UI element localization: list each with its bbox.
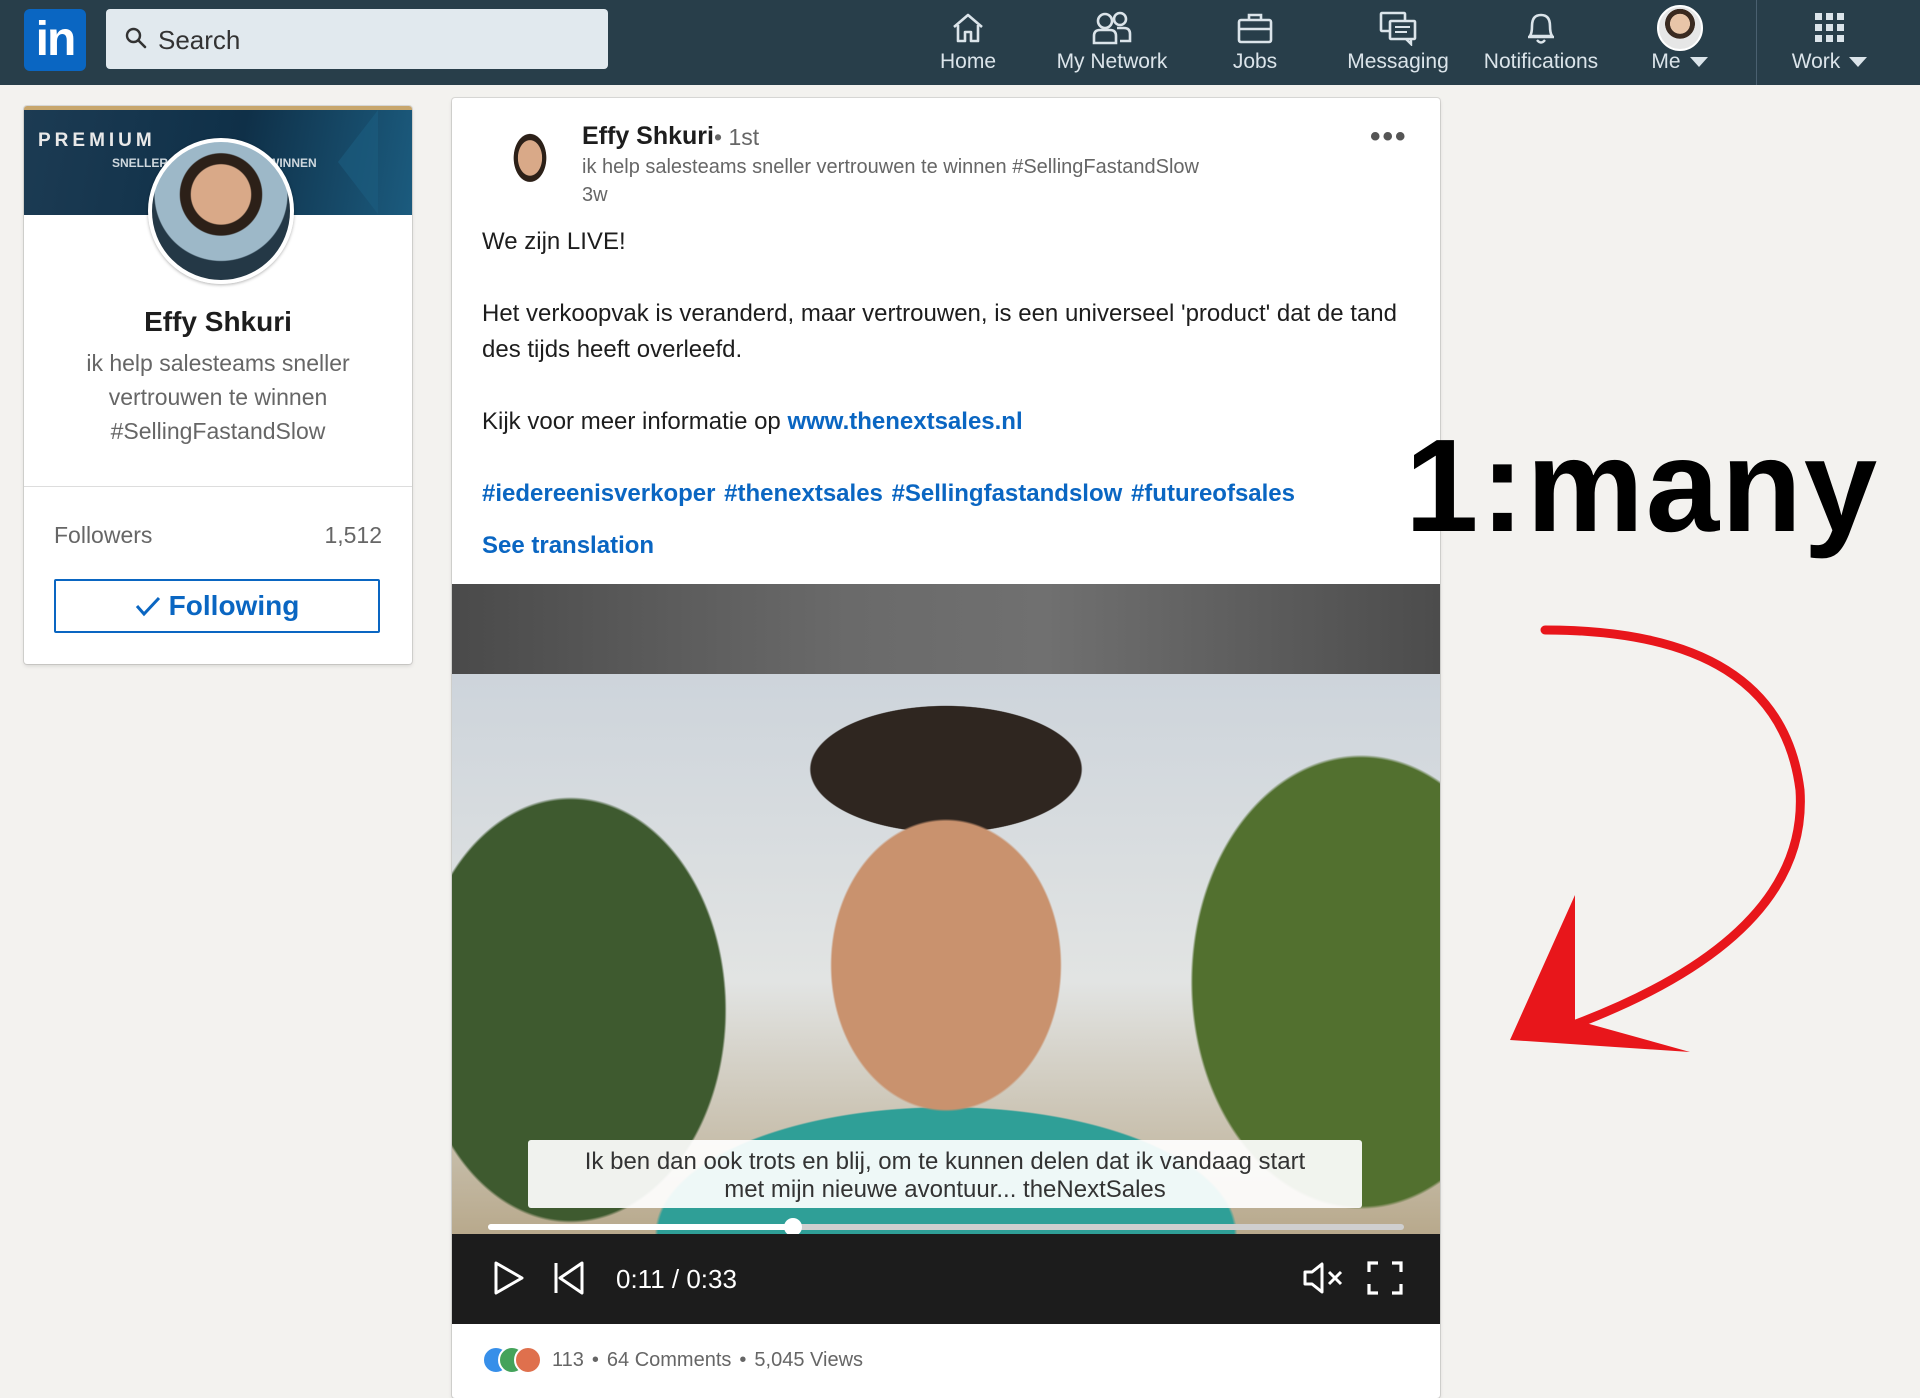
followers-label: Followers xyxy=(54,522,153,548)
checkmark-icon xyxy=(135,596,160,617)
top-navigation-bar: in Search Home My Network Jobs Messaging… xyxy=(0,0,1920,85)
nav-jobs-label: Jobs xyxy=(1232,50,1278,73)
banner-text-left: SNELLER xyxy=(112,156,169,170)
video-progress-fill xyxy=(488,1224,794,1230)
post-author-avatar[interactable] xyxy=(500,126,560,202)
messaging-icon xyxy=(1379,11,1417,46)
nav-notifications-label: Notifications xyxy=(1483,50,1599,73)
caption-line: met mijn nieuwe avontuur... theNextSales xyxy=(724,1176,1166,1203)
nav-my-network-label: My Network xyxy=(1056,50,1168,73)
post-paragraph-text: Kijk voor meer informatie op xyxy=(482,408,788,435)
nav-my-network[interactable]: My Network xyxy=(1050,8,1174,78)
post-author-headline: ik help salesteams sneller vertrouwen te… xyxy=(582,156,1199,178)
search-input[interactable]: Search xyxy=(106,9,608,69)
nav-home-label: Home xyxy=(939,50,997,73)
website-link[interactable]: www.thenextsales.nl xyxy=(787,408,1022,435)
fullscreen-icon[interactable] xyxy=(1366,1260,1404,1296)
more-options-icon[interactable]: ••• xyxy=(1370,120,1408,154)
nav-me-label: Me xyxy=(1651,50,1681,73)
annotation-text: 1:many xyxy=(1405,412,1880,559)
search-placeholder: Search xyxy=(158,25,241,55)
post-paragraph: Het verkoopvak is veranderd, maar vertro… xyxy=(482,300,1397,363)
briefcase-icon xyxy=(1237,13,1273,44)
followers-row: Followers 1,512 xyxy=(54,522,382,549)
card-divider xyxy=(24,486,412,487)
nav-home[interactable]: Home xyxy=(928,8,1008,78)
love-reaction-icon xyxy=(514,1346,542,1374)
post-author-name[interactable]: Effy Shkuri xyxy=(582,122,714,151)
post-paragraph: Kijk voor meer informatie op www.thenext… xyxy=(482,404,1412,440)
separator-dot: • xyxy=(591,1348,599,1371)
nav-work-label: Work xyxy=(1791,50,1841,73)
video-progress-bar[interactable] xyxy=(488,1218,1404,1236)
caret-down-icon xyxy=(1849,57,1868,67)
comments-count[interactable]: 64 Comments xyxy=(607,1349,732,1372)
video-player[interactable]: Ik ben dan ook trots en blij, om te kunn… xyxy=(452,584,1440,1324)
search-icon xyxy=(125,27,147,49)
connection-degree: • 1st xyxy=(714,124,760,150)
profile-headline: ik help salesteams sneller vertrouwen te… xyxy=(86,350,350,444)
see-translation-link[interactable]: See translation xyxy=(482,532,654,560)
annotation-arrow xyxy=(1510,625,1805,1052)
skip-back-icon[interactable] xyxy=(552,1260,586,1296)
caret-down-icon xyxy=(1689,57,1708,67)
video-controls: 0:11 / 0:33 xyxy=(452,1234,1440,1324)
profile-name[interactable]: Effy Shkuri xyxy=(24,306,412,338)
nav-messaging-label: Messaging xyxy=(1347,50,1449,73)
feed-post: Effy Shkuri • 1st ik help salesteams sne… xyxy=(452,98,1440,1398)
muted-volume-icon[interactable] xyxy=(1302,1260,1346,1296)
nav-messaging[interactable]: Messaging xyxy=(1340,8,1456,78)
profile-avatar[interactable] xyxy=(148,138,294,284)
separator-dot: • xyxy=(739,1348,747,1371)
nav-jobs[interactable]: Jobs xyxy=(1215,8,1295,78)
profile-card: PREMIUM SNELLER WINNEN Effy Shkuri ik he… xyxy=(24,106,412,664)
bell-icon xyxy=(1528,13,1554,44)
avatar xyxy=(1657,5,1703,51)
banner-decoration xyxy=(338,110,378,214)
caption-line: Ik ben dan ook trots en blij, om te kunn… xyxy=(584,1148,1306,1175)
video-caption: Ik ben dan ook trots en blij, om te kunn… xyxy=(528,1140,1362,1208)
home-icon xyxy=(953,13,983,43)
nav-notifications[interactable]: Notifications xyxy=(1478,8,1604,78)
grid-icon xyxy=(1815,13,1844,42)
social-counts: 113 • 64 Comments • 5,045 Views xyxy=(482,1346,863,1374)
reaction-count[interactable]: 113 xyxy=(552,1349,584,1372)
post-body: We zijn LIVE! Het verkoopvak is verander… xyxy=(482,224,1412,548)
post-hashtags[interactable]: #iedereenisverkoper #thenextsales #Selli… xyxy=(482,476,1412,512)
nav-me[interactable]: Me xyxy=(1640,5,1720,78)
following-button[interactable]: Following xyxy=(54,579,380,633)
network-icon xyxy=(1092,11,1132,45)
nav-divider xyxy=(1756,0,1757,85)
nav-work[interactable]: Work xyxy=(1770,8,1890,78)
banner-premium-label: PREMIUM xyxy=(38,130,156,151)
video-timecode: 0:11 / 0:33 xyxy=(616,1264,737,1294)
post-timestamp: 3w xyxy=(582,184,608,206)
post-paragraph: We zijn LIVE! xyxy=(482,228,626,255)
linkedin-logo[interactable]: in xyxy=(24,9,86,71)
video-top-band xyxy=(452,584,1440,674)
views-count: 5,045 Views xyxy=(754,1348,864,1371)
following-button-label: Following xyxy=(168,590,300,621)
play-icon[interactable] xyxy=(492,1260,526,1296)
followers-count: 1,512 xyxy=(324,522,382,548)
